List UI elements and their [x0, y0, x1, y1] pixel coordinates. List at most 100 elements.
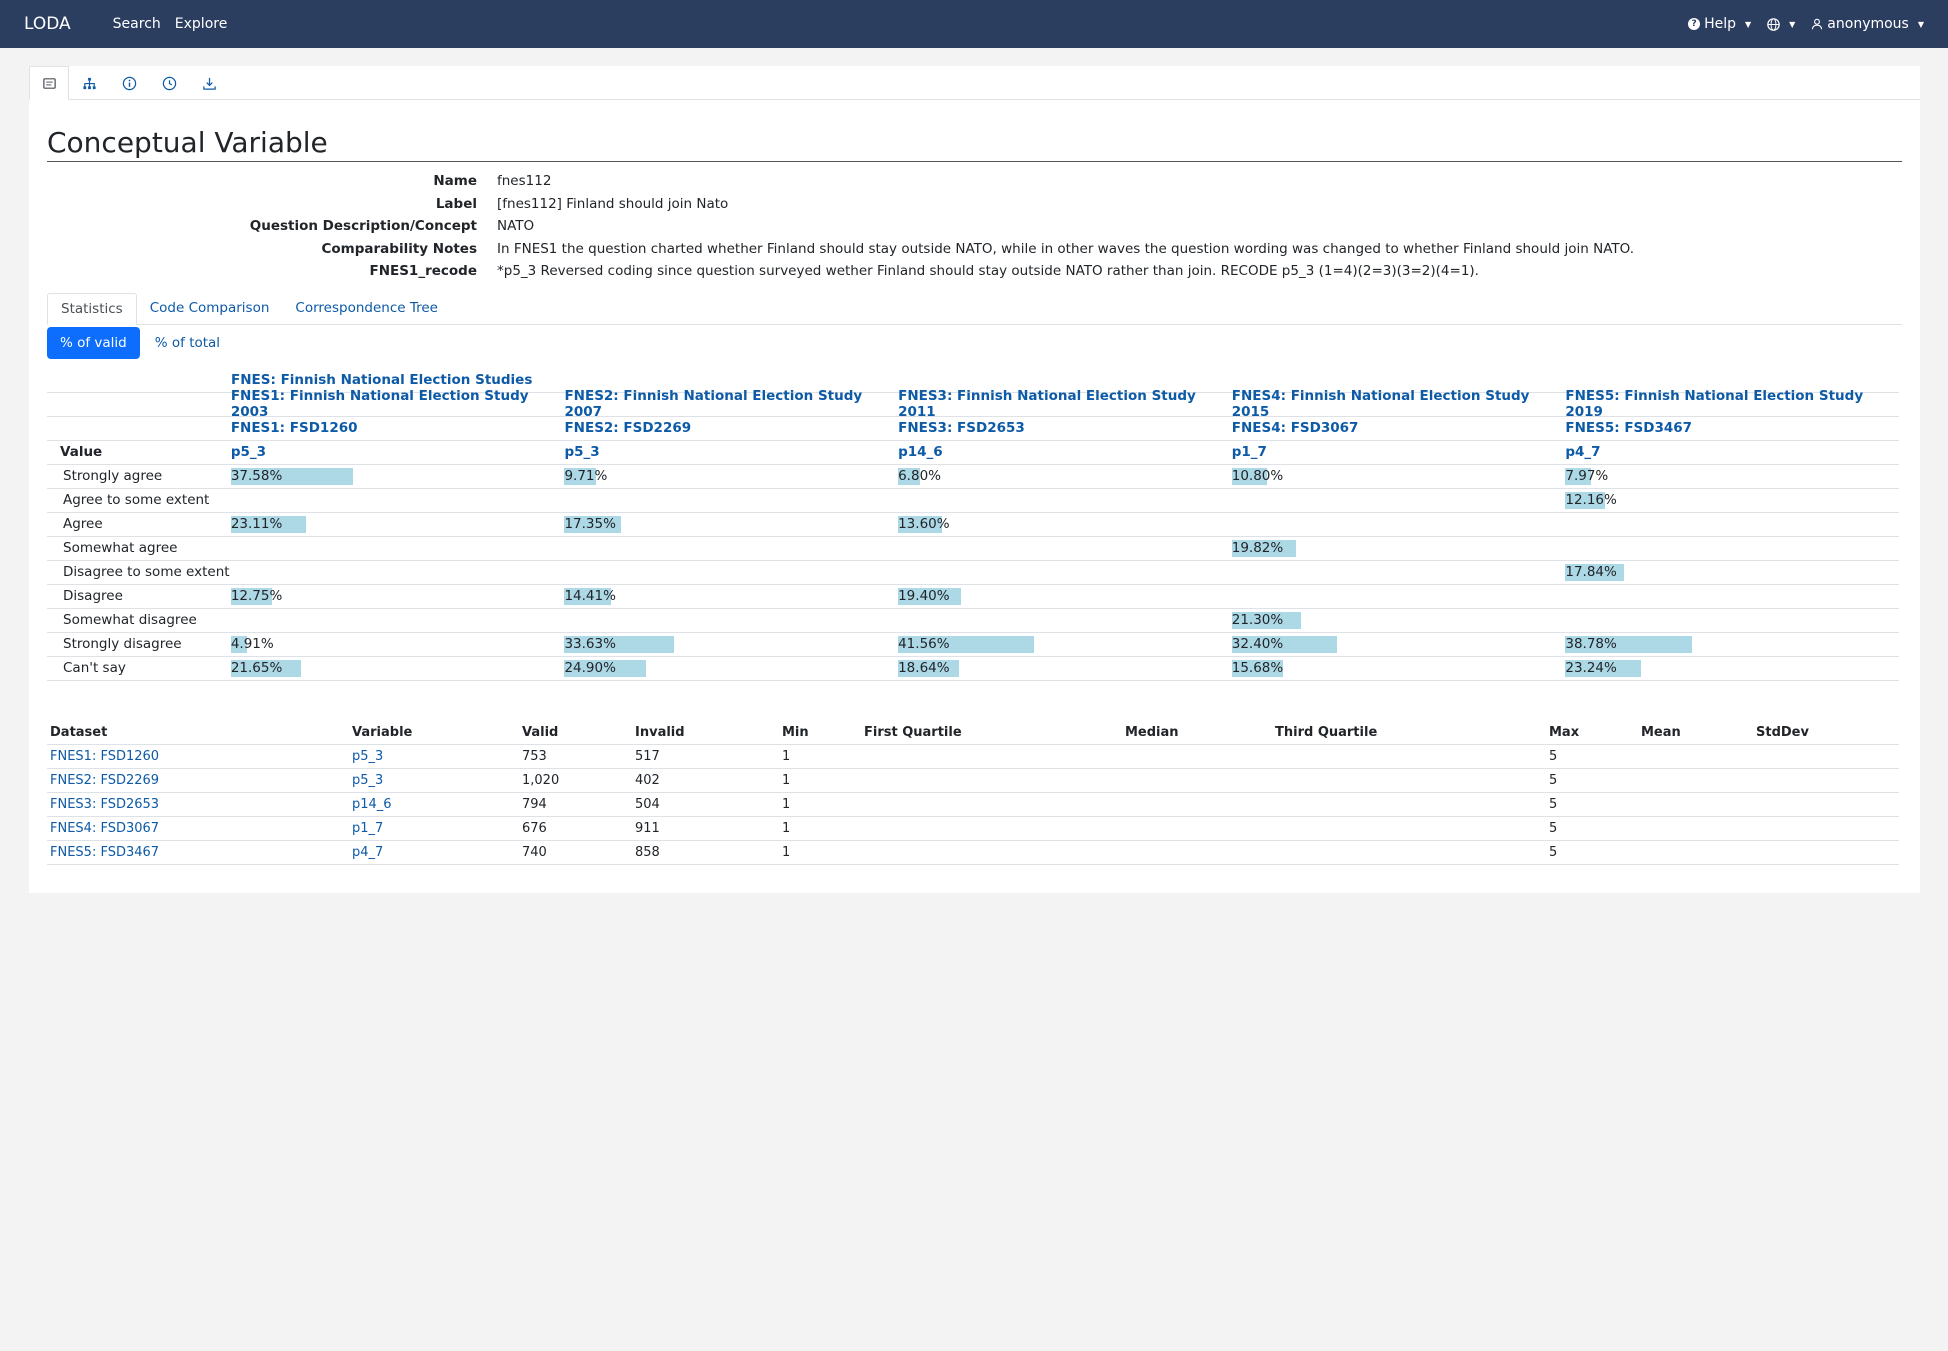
diagram-icon	[82, 77, 96, 89]
variable-link[interactable]: p4_7	[1565, 444, 1600, 460]
variable-link[interactable]: p1_7	[1232, 444, 1267, 460]
summary-cell: 5	[1549, 796, 1558, 812]
user-icon	[1812, 18, 1823, 30]
tab-description[interactable]	[29, 66, 69, 100]
tab-code-comparison[interactable]: Code Comparison	[137, 293, 283, 324]
tab-correspondence-tree[interactable]: Correspondence Tree	[282, 293, 451, 324]
dataset-link[interactable]: FNES3: FSD2653	[47, 797, 349, 812]
tab-history[interactable]	[149, 66, 189, 100]
dataset-link[interactable]: FNES2: FSD2269	[564, 420, 691, 436]
series-title-link[interactable]: FNES: Finnish National Election Studies	[231, 372, 532, 388]
tab-download[interactable]	[189, 66, 229, 100]
summary-cell: 1	[782, 748, 791, 764]
tab-info[interactable]	[109, 66, 149, 100]
dataset-link[interactable]: FNES4: FSD3067	[1232, 420, 1359, 436]
statistic-row: Somewhat disagree 21.30%	[47, 609, 1899, 633]
brand-logo[interactable]: LODA	[24, 14, 71, 34]
percentage-cell	[898, 488, 1232, 512]
statistic-row: Agree 23.11% 17.35% 13.60%	[47, 513, 1899, 537]
percentage-cell: 6.80%	[898, 464, 1232, 488]
percentage-value: 10.80%	[1231, 468, 1284, 484]
percentage-value: 4.91%	[230, 636, 274, 652]
summary-column-header: Max	[1549, 724, 1580, 740]
dataset-link[interactable]: FNES5: FSD3467	[47, 845, 349, 860]
summary-column-header: Dataset	[50, 724, 108, 740]
property-key: FNES1_recode	[369, 263, 477, 280]
property-key: Label	[435, 195, 477, 212]
variable-link[interactable]: p5_3	[349, 749, 519, 764]
variable-link[interactable]: p5_3	[231, 444, 266, 460]
summary-cell: 517	[635, 748, 660, 764]
statistic-row: Disagree 12.75% 14.41% 19.40%	[47, 585, 1899, 609]
percentage-value: 32.40%	[1231, 636, 1284, 652]
percentage-value: 21.30%	[1231, 612, 1284, 628]
summary-cell: 504	[635, 796, 660, 812]
statistic-row: Disagree to some extent 17.84%	[47, 561, 1899, 585]
percentage-value: 19.82%	[1231, 540, 1284, 556]
summary-column-header: Variable	[352, 724, 413, 740]
percentage-cell: 23.11%	[230, 512, 565, 536]
value-label: Somewhat agree	[63, 540, 178, 556]
summary-cell: 1,020	[522, 772, 560, 788]
percentage-cell: 21.30%	[1231, 608, 1566, 632]
percentage-cell	[1232, 512, 1566, 536]
pill-percent-of-total[interactable]: % of total	[142, 327, 233, 359]
percentage-cell: 24.90%	[564, 656, 898, 680]
variable-link[interactable]: p14_6	[898, 444, 943, 460]
dataset-link[interactable]: FNES1: FSD1260	[231, 420, 358, 436]
summary-cell: 5	[1549, 844, 1558, 860]
property-value: NATO	[497, 218, 535, 235]
percentage-cell	[898, 608, 1232, 632]
tab-statistics[interactable]: Statistics	[47, 292, 137, 325]
value-label: Disagree	[63, 588, 123, 604]
dataset-link[interactable]: FNES3: FSD2653	[898, 420, 1025, 436]
dataset-link[interactable]: FNES2: FSD2269	[47, 773, 349, 788]
variable-link[interactable]: p1_7	[349, 821, 519, 836]
nav-explore[interactable]: Explore	[175, 16, 228, 32]
percentage-cell	[898, 536, 1232, 560]
variable-link[interactable]: p5_3	[349, 773, 519, 788]
summary-cell: 676	[522, 820, 547, 836]
percentage-cell: 17.84%	[1565, 560, 1899, 584]
variable-link[interactable]: p14_6	[349, 797, 519, 812]
dataset-header-cell: FNES4: FSD3067	[1232, 416, 1566, 440]
summary-body: FNES1: FSD1260 p5_3 753 517 1 5 FNES2: FSD2269…	[47, 745, 1899, 865]
main-card: Conceptual Variable Name fnes112 Label [fn…	[29, 66, 1920, 893]
pill-percent-of-valid[interactable]: % of valid	[47, 326, 140, 359]
summary-header-row: Dataset Variable Valid Invalid Min First Quar…	[47, 721, 1899, 745]
dataset-header-cell: FNES2: FSD2269	[564, 416, 898, 440]
percentage-cell: 19.40%	[898, 584, 1232, 608]
percentage-value: 21.65%	[230, 660, 283, 676]
info-icon	[122, 76, 136, 90]
dataset-header-cell: FNES3: FSD2653	[898, 416, 1232, 440]
percentage-mode-pills: % of valid % of total	[47, 326, 1902, 359]
summary-column-header: Mean	[1641, 724, 1681, 740]
variable-link[interactable]: p4_7	[349, 845, 519, 860]
dataset-link[interactable]: FNES5: FSD3467	[1565, 420, 1692, 436]
percentage-cell	[564, 488, 898, 512]
variable-link[interactable]: p5_3	[564, 444, 599, 460]
variable-header-cell: p4_7	[1565, 440, 1899, 464]
help-menu[interactable]: ? Help ▼	[1688, 16, 1751, 32]
percentage-cell	[1232, 488, 1566, 512]
percentage-value: 19.40%	[898, 588, 950, 604]
percentage-cell	[564, 608, 898, 632]
percentage-cell: 38.78%	[1565, 632, 1899, 656]
statistic-row: Agree to some extent 12.16%	[47, 489, 1899, 513]
percentage-cell: 12.75%	[230, 584, 565, 608]
percentage-value: 13.60%	[898, 516, 950, 532]
summary-row: FNES1: FSD1260 p5_3 753 517 1 5	[47, 745, 1899, 769]
dataset-link[interactable]: FNES1: FSD1260	[47, 749, 349, 764]
dataset-link[interactable]: FNES4: FSD3067	[47, 821, 349, 836]
language-menu[interactable]: ▼	[1767, 17, 1795, 31]
percentage-cell	[1232, 584, 1566, 608]
dataset-header-cell: FNES5: FSD3467	[1565, 416, 1899, 440]
percentage-cell: 18.64%	[898, 656, 1232, 680]
percentage-value: 23.11%	[230, 516, 283, 532]
summary-cell: 794	[522, 796, 547, 812]
help-label: Help	[1704, 16, 1736, 32]
tab-hierarchy[interactable]	[69, 66, 109, 100]
user-menu[interactable]: anonymous ▼	[1811, 16, 1924, 32]
nav-search[interactable]: Search	[113, 16, 161, 32]
caret-down-icon: ▼	[1744, 19, 1752, 29]
